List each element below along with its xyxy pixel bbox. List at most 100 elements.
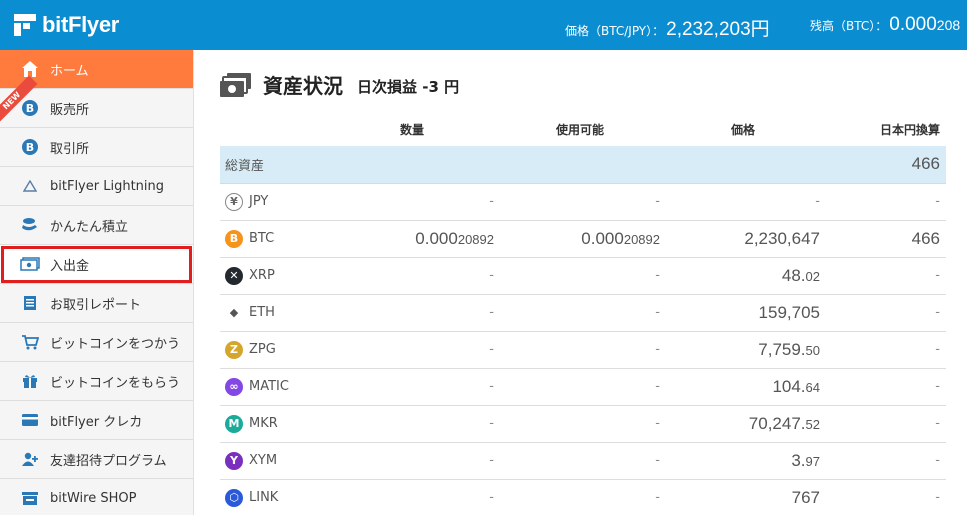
jpy-value-cell: -	[826, 442, 946, 480]
zipangcoin-icon: Z	[225, 340, 243, 359]
coin-symbol: JPY	[249, 194, 269, 209]
sidebar-item-label: 入出金	[50, 258, 90, 274]
price-cell: 3.97	[666, 442, 826, 480]
available-cell: -	[500, 442, 666, 480]
sidebar-item-label: 販売所	[50, 102, 90, 118]
sidebar-item-lightning[interactable]: bitFlyer Lightning	[0, 167, 193, 206]
quantity-cell: 0.00020892	[330, 220, 500, 258]
coin-symbol: XYM	[249, 453, 278, 468]
btc-balance-value: 0.000208	[889, 14, 961, 35]
jpy-value-cell: -	[826, 257, 946, 295]
jpy-value-cell: 466	[826, 220, 946, 258]
coin-name-cell: Z ZPG	[220, 331, 330, 369]
asset-row-zpg: Z ZPG - -7,759.50-	[220, 331, 946, 369]
btc-balance-label: 残高（BTC）：	[810, 19, 888, 33]
available-cell: -	[500, 183, 666, 221]
quantity-cell: -	[330, 331, 500, 369]
bitcoin-icon: B	[20, 137, 40, 157]
btc-price-value: 2,232,203円	[666, 19, 770, 40]
bitflyer-logo[interactable]: bitFlyer	[14, 12, 119, 38]
sidebar-item-report[interactable]: お取引レポート	[0, 284, 193, 323]
coin-symbol: MATIC	[249, 379, 289, 394]
cash-icon	[20, 254, 40, 274]
sidebar-item-bitwire-shop[interactable]: bitWire SHOP	[0, 479, 193, 515]
sidebar-item-use-bitcoin[interactable]: ビットコインをつかう	[0, 323, 193, 362]
bitcoin-icon: B	[225, 229, 243, 248]
coin-symbol: ETH	[249, 305, 275, 320]
price-cell: 159,705	[666, 294, 826, 332]
coin-stack-icon	[20, 215, 40, 235]
jpy-value-cell: -	[826, 405, 946, 443]
jpy-value-cell: -	[826, 183, 946, 221]
sidebar-item-label: bitFlyer Lightning	[50, 178, 165, 194]
jpy-value-cell: -	[826, 331, 946, 369]
coin-name-cell: M MKR	[220, 405, 330, 443]
available-cell: 0.00020892	[500, 220, 666, 258]
quantity-cell: -	[330, 442, 500, 480]
daily-pnl: 日次損益 -3 円	[357, 77, 460, 96]
sidebar-item-label: 友達招待プログラム	[50, 453, 167, 469]
coin-name-cell: ✕ XRP	[220, 257, 330, 295]
sidebar-item-easy-savings[interactable]: かんたん積立	[0, 206, 193, 245]
asset-row-link: ⬡ LINK - -767-	[220, 479, 946, 515]
main-content: 資産状況 日次損益 -3 円 数量 使用可能 価格 日本円換算 総資産 466 …	[195, 50, 967, 515]
coin-symbol: MKR	[249, 416, 278, 431]
price-cell: 767	[666, 479, 826, 515]
jpy-value-cell: -	[826, 294, 946, 332]
coin-name-cell: ∞ MATIC	[220, 368, 330, 406]
coin-name-cell: ¥ JPY	[220, 183, 330, 221]
asset-row-eth: ◆ ETH - -159,705-	[220, 294, 946, 332]
polygon-icon: ∞	[225, 377, 243, 396]
total-assets-row: 総資産 466	[220, 146, 946, 184]
sidebar-item-credit-card[interactable]: bitFlyer クレカ	[0, 401, 193, 440]
quantity-cell: -	[330, 294, 500, 332]
price-cell: 70,247.52	[666, 405, 826, 443]
gift-icon	[20, 371, 40, 391]
available-cell: -	[500, 479, 666, 515]
report-icon	[20, 293, 40, 313]
sidebar-item-label: ビットコインをもらう	[50, 375, 181, 391]
btc-balance-stat: 残高（BTC）： 0.000208	[810, 14, 960, 36]
svg-text:B: B	[26, 102, 34, 115]
available-cell: -	[500, 368, 666, 406]
btc-price-label: 価格（BTC/JPY）：	[565, 24, 665, 38]
btc-price-stat: 価格（BTC/JPY）： 2,232,203円	[565, 14, 770, 41]
coin-name-cell: ⬡ LINK	[220, 479, 330, 515]
col-header-coin	[220, 113, 330, 146]
available-cell: -	[500, 331, 666, 369]
col-header-quantity: 数量	[399, 123, 424, 137]
coin-symbol: XRP	[249, 268, 275, 283]
page-header: 資産状況 日次損益 -3 円	[219, 70, 459, 99]
jpy-value-cell: -	[826, 368, 946, 406]
asset-row-jpy: ¥ JPY - - - -	[220, 183, 946, 221]
ethereum-icon: ◆	[229, 306, 239, 319]
price-cell: 104.64	[666, 368, 826, 406]
col-header-available: 使用可能	[555, 123, 604, 137]
svg-text:B: B	[26, 141, 34, 154]
sidebar-item-sales[interactable]: NEW B 販売所	[0, 75, 193, 128]
chainlink-icon: ⬡	[225, 488, 243, 507]
sidebar-item-get-bitcoin[interactable]: ビットコインをもらう	[0, 362, 193, 401]
asset-row-btc: B BTC 0.00020892 0.00020892 2,230,647 466	[220, 220, 946, 258]
sidebar-item-label: ホーム	[50, 63, 89, 79]
sidebar-nav: ホーム NEW B 販売所 B 取引所 bitFlyer Lightning か…	[0, 50, 194, 515]
coin-name-cell: ◆ ETH	[220, 294, 330, 332]
page-title: 資産状況	[263, 74, 343, 98]
price-cell: -	[666, 183, 826, 221]
quantity-cell: -	[330, 405, 500, 443]
sidebar-item-invite[interactable]: 友達招待プログラム	[0, 440, 193, 479]
total-assets-label: 総資産	[220, 146, 826, 184]
asset-row-mkr: M MKR - -70,247.52-	[220, 405, 946, 443]
coin-name-cell: B BTC	[220, 220, 330, 258]
sidebar-item-label: かんたん積立	[50, 219, 129, 235]
sidebar-item-deposit-withdraw[interactable]: 入出金	[0, 245, 193, 284]
col-header-jpy: 日本円換算	[879, 123, 940, 137]
price-cell: 7,759.50	[666, 331, 826, 369]
price-cell: 48.02	[666, 257, 826, 295]
sidebar-item-exchange[interactable]: B 取引所	[0, 128, 193, 167]
asset-row-xym: Y XYM - -3.97-	[220, 442, 946, 480]
asset-row-xrp: ✕ XRP - -48.02-	[220, 257, 946, 295]
table-header-row: 数量 使用可能 価格 日本円換算	[220, 113, 946, 146]
col-header-price: 価格	[730, 123, 755, 137]
cart-icon	[20, 332, 40, 352]
